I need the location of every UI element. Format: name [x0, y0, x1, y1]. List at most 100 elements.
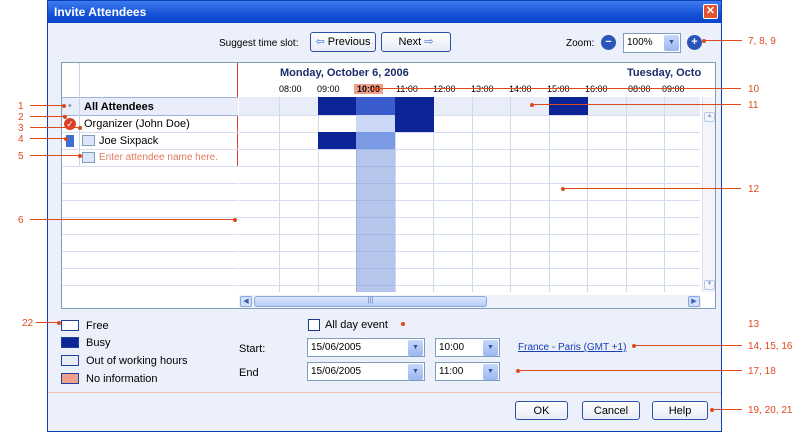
left-arrow-icon: ⇦	[315, 36, 325, 48]
vertical-scrollbar[interactable]: ▲ ▼	[702, 97, 715, 292]
grid-row-line	[239, 285, 700, 286]
scroll-left-icon[interactable]: ◀	[240, 296, 252, 307]
title-bar: Invite Attendees ✕	[48, 1, 721, 23]
grid-column-line	[510, 97, 511, 292]
callout-line	[30, 105, 64, 106]
legend-out: Out of working hours	[86, 355, 188, 367]
callout-dot	[710, 407, 714, 412]
end-time-field[interactable]: 11:00 ▼	[435, 362, 500, 381]
time-label: 08:00	[628, 84, 651, 94]
scroll-thumb[interactable]: |||	[254, 296, 487, 307]
schedule-panel: • All Attendees ✓ Organizer (John Doe) J…	[61, 62, 716, 309]
callout-number: 17, 18	[748, 366, 776, 377]
contact-card-icon	[82, 152, 95, 163]
organizer-row[interactable]: ✓ Organizer (John Doe)	[62, 116, 238, 133]
callout-line	[36, 322, 59, 323]
grid-row-line	[239, 166, 700, 167]
end-date-field[interactable]: 15/06/2005 ▼	[307, 362, 425, 381]
callout-line	[30, 138, 66, 139]
attendee-input-placeholder[interactable]: Enter attendee name here.	[99, 152, 218, 163]
callout-number: 14, 15, 16	[748, 341, 793, 352]
grid-column-line	[548, 97, 550, 292]
time-label: 16:00	[585, 84, 608, 94]
callout-number: 3	[18, 123, 24, 134]
callout-number: 10	[748, 84, 760, 95]
callout-line	[704, 40, 742, 41]
grid-row-line	[239, 183, 700, 184]
callout-number: 6	[18, 215, 24, 226]
chevron-down-icon[interactable]: ▼	[483, 340, 498, 356]
cancel-button[interactable]: Cancel	[582, 401, 640, 420]
scroll-up-icon[interactable]: ▲	[704, 112, 715, 122]
previous-button[interactable]: ⇦ Previous	[310, 32, 376, 52]
callout-line	[375, 88, 741, 89]
attendee-name: Joe Sixpack	[99, 135, 159, 147]
new-attendee-row[interactable]: Enter attendee name here.	[62, 150, 238, 167]
callout-dot	[530, 102, 534, 107]
start-time-field[interactable]: 10:00 ▼	[435, 338, 500, 357]
callout-dot	[63, 114, 67, 119]
busy-block	[394, 97, 434, 115]
attendee-row[interactable]: Joe Sixpack	[62, 133, 238, 150]
all-attendees-header: All Attendees	[84, 101, 154, 113]
grid-column-line	[471, 97, 473, 292]
callout-number: 19, 20, 21	[748, 405, 793, 416]
callout-dot	[401, 322, 405, 326]
callout-dot	[78, 125, 82, 130]
zoom-select[interactable]: 100% ▼	[623, 33, 681, 53]
timezone-link[interactable]: France - Paris (GMT +1)	[518, 342, 626, 353]
empty-attendee-rows	[62, 167, 238, 292]
grid-column-line	[587, 97, 588, 292]
callout-dot	[702, 38, 706, 43]
busy-block	[317, 97, 357, 115]
bullet-icon: •	[68, 100, 72, 112]
callout-dot	[64, 136, 68, 141]
suggest-time-label: Suggest time slot:	[219, 38, 299, 49]
ok-button[interactable]: OK	[515, 401, 568, 420]
callout-dot	[57, 320, 61, 325]
next-button[interactable]: Next ⇨	[381, 32, 451, 52]
callout-line	[518, 370, 742, 371]
callout-dot	[561, 186, 565, 191]
chevron-down-icon: ▼	[664, 35, 679, 51]
grid-row-line	[239, 217, 700, 218]
busy-block	[548, 97, 588, 115]
scroll-down-icon[interactable]: ▼	[704, 280, 715, 290]
time-label: 10:00	[354, 84, 384, 94]
legend-out-swatch	[61, 355, 79, 366]
start-label: Start:	[239, 343, 266, 355]
callout-dot	[78, 153, 82, 158]
callout-dot	[516, 368, 520, 373]
chevron-down-icon[interactable]: ▼	[408, 364, 423, 380]
horizontal-scrollbar[interactable]: ◀ ||| ▶	[239, 295, 701, 308]
legend-free-swatch	[61, 320, 79, 331]
time-label: 09:00	[662, 84, 685, 94]
legend-busy: Busy	[86, 337, 111, 349]
callout-line	[563, 188, 741, 189]
start-date-field[interactable]: 15/06/2005 ▼	[307, 338, 425, 357]
callout-number: 7, 8, 9	[748, 36, 776, 47]
zoom-label: Zoom:	[566, 38, 595, 49]
organizer-name: Organizer (John Doe)	[84, 118, 190, 130]
selected-cell	[356, 115, 395, 132]
zoom-in-icon[interactable]: +	[687, 35, 702, 50]
invite-attendees-dialog: Invite Attendees ✕ Suggest time slot: ⇦ …	[47, 0, 722, 432]
selected-cell	[356, 132, 395, 149]
close-icon[interactable]: ✕	[703, 4, 718, 19]
availability-grid[interactable]	[239, 97, 700, 292]
busy-block	[394, 115, 434, 132]
chevron-down-icon[interactable]: ▼	[483, 364, 498, 380]
callout-line	[30, 116, 65, 117]
callout-dot	[632, 343, 636, 348]
all-day-checkbox[interactable]	[308, 319, 320, 331]
chevron-down-icon[interactable]: ▼	[408, 340, 423, 356]
zoom-out-icon[interactable]: −	[601, 35, 616, 50]
scroll-right-icon[interactable]: ▶	[688, 296, 700, 307]
callout-number: 2	[18, 112, 24, 123]
time-labels: 08:00 09:00 10:00 11:00 12:00 13:00 14:00 15:00…	[279, 83, 699, 97]
help-button[interactable]: Help	[652, 401, 708, 420]
grid-column-line	[664, 97, 665, 292]
all-attendees-row: • All Attendees	[62, 97, 238, 116]
grid-row-line	[239, 115, 700, 116]
time-label: 12:00	[433, 84, 456, 94]
